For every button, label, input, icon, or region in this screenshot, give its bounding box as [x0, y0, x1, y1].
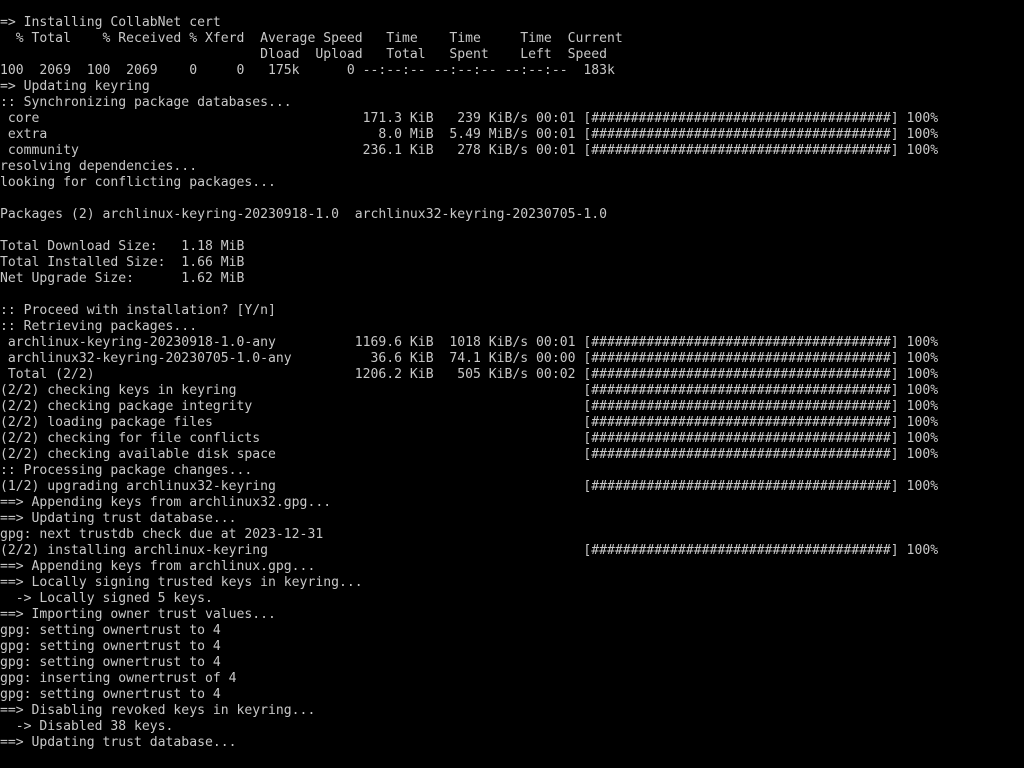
terminal-line: :: Retrieving packages... — [0, 319, 198, 334]
terminal-line: ==> Appending keys from archlinux.gpg... — [0, 559, 316, 574]
terminal-line: % Total % Received % Xferd Average Speed… — [0, 31, 623, 46]
terminal-line: community 236.1 KiB 278 KiB/s 00:01 [###… — [0, 143, 939, 158]
terminal-line: (2/2) loading package files [###########… — [0, 415, 939, 430]
terminal-line: gpg: setting ownertrust to 4 — [0, 639, 221, 654]
terminal-line: gpg: inserting ownertrust of 4 — [0, 671, 237, 686]
terminal-line: archlinux-keyring-20230918-1.0-any 1169.… — [0, 335, 939, 350]
terminal-line: (1/2) upgrading archlinux32-keyring [###… — [0, 479, 939, 494]
terminal-line: ==> Appending keys from archlinux32.gpg.… — [0, 495, 332, 510]
terminal-line: (2/2) installing archlinux-keyring [####… — [0, 543, 939, 558]
terminal-line: resolving dependencies... — [0, 159, 198, 174]
terminal-line: gpg: setting ownertrust to 4 — [0, 623, 221, 638]
terminal-line: (2/2) checking keys in keyring [########… — [0, 383, 939, 398]
terminal-line: looking for conflicting packages... — [0, 175, 276, 190]
terminal-line: :: Synchronizing package databases... — [0, 95, 292, 110]
terminal-line: :: Proceed with installation? [Y/n] — [0, 303, 276, 318]
terminal-line: ==> Locally signing trusted keys in keyr… — [0, 575, 363, 590]
terminal-line: ==> Importing owner trust values... — [0, 607, 276, 622]
terminal-line: ==> Updating trust database... — [0, 735, 237, 750]
terminal-line: ==> Updating trust database... — [0, 511, 237, 526]
terminal-line: => Installing CollabNet cert — [0, 15, 221, 30]
terminal-line: Dload Upload Total Spent Left Speed — [0, 47, 607, 62]
terminal-line: gpg: setting ownertrust to 4 — [0, 687, 221, 702]
terminal-line: => Updating keyring — [0, 79, 150, 94]
terminal-screen[interactable]: => Installing CollabNet cert % Total % R… — [0, 0, 1024, 768]
terminal-output: => Installing CollabNet cert % Total % R… — [0, 15, 938, 751]
terminal-line: (2/2) checking available disk space [###… — [0, 447, 939, 462]
terminal-line: core 171.3 KiB 239 KiB/s 00:01 [########… — [0, 111, 939, 126]
terminal-line: Total Download Size: 1.18 MiB — [0, 239, 245, 254]
terminal-line: (2/2) checking package integrity [######… — [0, 399, 939, 414]
terminal-line: archlinux32-keyring-20230705-1.0-any 36.… — [0, 351, 939, 366]
terminal-line: -> Locally signed 5 keys. — [0, 591, 213, 606]
terminal-line: :: Processing package changes... — [0, 463, 253, 478]
terminal-line: gpg: setting ownertrust to 4 — [0, 655, 221, 670]
terminal-line: Net Upgrade Size: 1.62 MiB — [0, 271, 245, 286]
terminal-line: Packages (2) archlinux-keyring-20230918-… — [0, 207, 607, 222]
terminal-line: extra 8.0 MiB 5.49 MiB/s 00:01 [########… — [0, 127, 939, 142]
terminal-line: 100 2069 100 2069 0 0 175k 0 --:--:-- --… — [0, 63, 615, 78]
terminal-line: ==> Disabling revoked keys in keyring... — [0, 703, 316, 718]
terminal-line: -> Disabled 38 keys. — [0, 719, 174, 734]
terminal-line: gpg: next trustdb check due at 2023-12-3… — [0, 527, 324, 542]
terminal-line: Total Installed Size: 1.66 MiB — [0, 255, 245, 270]
terminal-line: (2/2) checking for file conflicts [#####… — [0, 431, 939, 446]
terminal-line: Total (2/2) 1206.2 KiB 505 KiB/s 00:02 [… — [0, 367, 939, 382]
